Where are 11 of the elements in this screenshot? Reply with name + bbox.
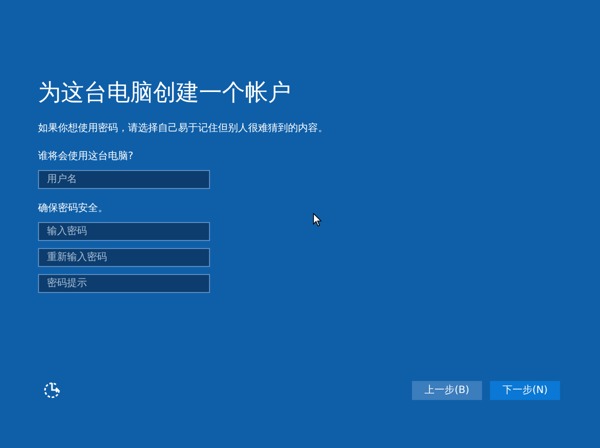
description-text: 如果你想使用密码，请选择自己易于记住但别人很难猜到的内容。: [38, 122, 329, 135]
input-field[interactable]: 用户名: [38, 170, 210, 189]
back-button[interactable]: 上一步(B): [412, 380, 482, 400]
field-label: 谁将会使用这台电脑?: [38, 150, 134, 163]
cursor-icon: [313, 213, 322, 227]
input-field[interactable]: 密码提示: [38, 274, 210, 293]
next-button[interactable]: 下一步(N): [490, 380, 560, 400]
input-field[interactable]: 重新输入密码: [38, 248, 210, 267]
field-label: 确保密码安全。: [38, 202, 109, 215]
page-title: 为这台电脑创建一个帐户: [38, 79, 292, 108]
input-field[interactable]: 输入密码: [38, 222, 210, 241]
